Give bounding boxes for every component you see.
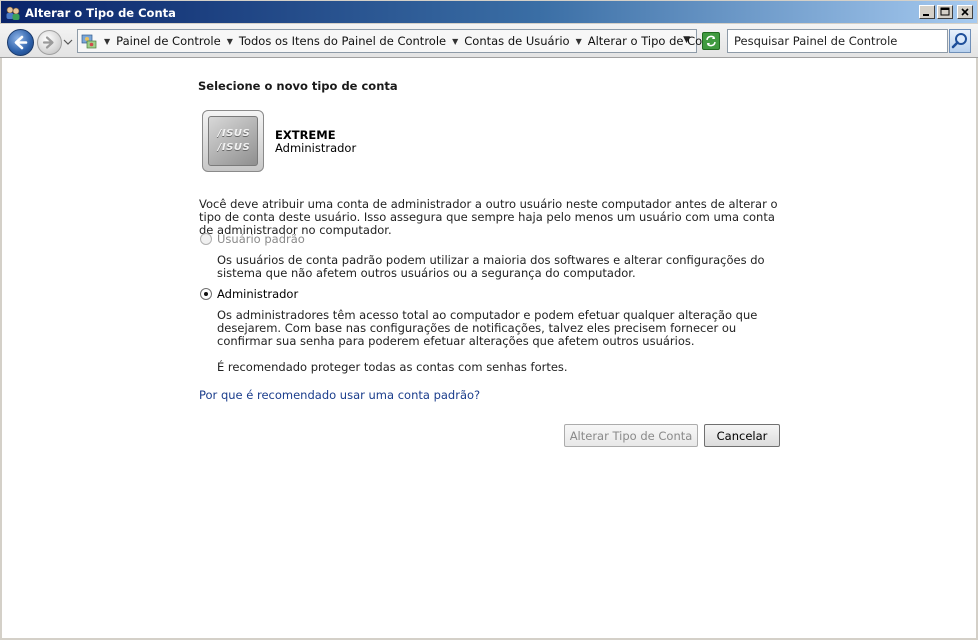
back-button[interactable]: [7, 29, 34, 56]
maximize-button[interactable]: [937, 5, 953, 19]
address-history-dropdown-icon[interactable]: ▼: [683, 35, 690, 45]
password-recommendation: É recomendado proteger todas as contas c…: [217, 360, 568, 374]
control-panel-icon: [81, 34, 97, 49]
option-standard-user: Usuário padrão: [200, 232, 305, 246]
option-administrator[interactable]: Administrador: [200, 287, 298, 301]
standard-user-description: Os usuários de conta padrão podem utiliz…: [217, 253, 765, 280]
maximize-icon: [940, 7, 950, 16]
search-box: [727, 29, 948, 53]
breadcrumb-separator-icon[interactable]: ▼: [227, 37, 233, 46]
standard-user-radio: [200, 233, 212, 245]
recent-pages-dropdown-icon[interactable]: [63, 38, 73, 46]
refresh-icon: [706, 35, 716, 47]
close-button[interactable]: [957, 5, 973, 19]
title-bar: Alterar o Tipo de Conta: [0, 0, 978, 24]
why-standard-account-link[interactable]: Por que é recomendado usar uma conta pad…: [199, 388, 480, 402]
standard-user-label: Usuário padrão: [217, 232, 305, 246]
change-account-type-button[interactable]: Alterar Tipo de Conta: [564, 424, 698, 447]
breadcrumb-item-contas-de-usuario[interactable]: Contas de Usuário: [464, 34, 569, 48]
breadcrumb-separator-icon[interactable]: ▼: [104, 37, 110, 46]
refresh-button[interactable]: [702, 32, 720, 50]
search-icon: [951, 33, 967, 49]
breadcrumb-separator-icon[interactable]: ▼: [576, 37, 582, 46]
administrator-radio[interactable]: [200, 288, 212, 300]
administrator-description: Os administradores têm acesso total ao c…: [217, 308, 758, 348]
search-input[interactable]: [734, 31, 944, 51]
administrator-label[interactable]: Administrador: [217, 287, 298, 301]
navigation-bar: ▼ Painel de Controle ▼ Todos os Itens do…: [0, 24, 978, 58]
minimize-icon: [923, 14, 929, 16]
content-area: Selecione o novo tipo de conta /ISUS /IS…: [0, 58, 978, 640]
forward-button[interactable]: [37, 30, 62, 55]
cancel-button[interactable]: Cancelar: [704, 424, 780, 447]
address-bar[interactable]: ▼ Painel de Controle ▼ Todos os Itens do…: [77, 29, 721, 53]
breadcrumb-separator-icon[interactable]: ▼: [452, 37, 458, 46]
asus-logo: /ISUS /ISUS: [217, 128, 251, 153]
window-title: Alterar o Tipo de Conta: [25, 6, 176, 20]
user-accounts-icon: [6, 6, 20, 20]
breadcrumb-item-todos-os-itens[interactable]: Todos os Itens do Painel de Controle: [239, 34, 446, 48]
account-picture: /ISUS /ISUS: [202, 110, 264, 172]
arrow-right-icon: [42, 36, 54, 49]
account-name: EXTREME: [275, 128, 336, 142]
minimize-button[interactable]: [919, 5, 935, 19]
account-type: Administrador: [275, 141, 357, 155]
arrow-left-icon: [14, 35, 28, 50]
breadcrumb-item-painel-de-controle[interactable]: Painel de Controle: [116, 34, 221, 48]
search-button[interactable]: [949, 29, 971, 53]
breadcrumb: ▼ Painel de Controle ▼ Todos os Itens do…: [104, 30, 727, 52]
page-title: Selecione o novo tipo de conta: [198, 79, 398, 93]
close-icon: [961, 8, 969, 16]
